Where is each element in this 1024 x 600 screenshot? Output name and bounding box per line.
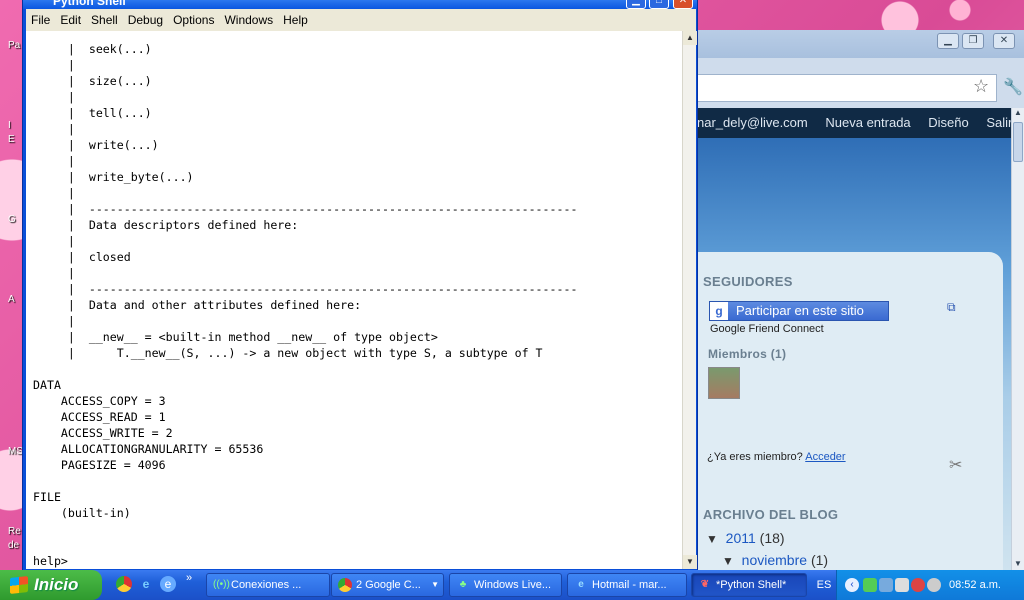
task-google-chrome[interactable]: 2 Google C... ▼: [331, 573, 444, 597]
desktop-icon-label[interactable]: Pa: [8, 40, 20, 51]
scroll-down-icon[interactable]: ▼: [1012, 559, 1024, 568]
menu-bar: File Edit Shell Debug Options Windows Help: [26, 9, 696, 31]
logout-link[interactable]: Salir: [986, 115, 1011, 130]
members-count: Miembros (1): [708, 347, 787, 361]
bookmark-star-icon[interactable]: ☆: [973, 76, 989, 97]
blog-sidebar-panel: [697, 252, 1003, 570]
address-bar[interactable]: [697, 74, 997, 102]
task-windows-live[interactable]: ♣ Windows Live...: [449, 573, 562, 597]
archive-year-count: (18): [759, 530, 785, 546]
menu-edit[interactable]: Edit: [55, 9, 86, 31]
desktop-icon-label[interactable]: MS: [8, 446, 23, 457]
menu-windows[interactable]: Windows: [219, 9, 278, 31]
wrench-icon[interactable]: 🔧: [1003, 77, 1023, 97]
display-tray-icon[interactable]: [895, 578, 909, 592]
already-member-label: ¿Ya eres miembro?: [707, 451, 803, 463]
chrome-icon[interactable]: [116, 576, 132, 592]
scroll-up-icon[interactable]: ▲: [1012, 108, 1024, 117]
taskbar: Inicio e e » ((•)) Conexiones ... 2 Goog…: [0, 570, 1024, 600]
scroll-up-icon[interactable]: ▲: [683, 31, 697, 45]
python-shell-window: Python Shell ▁ □ ✕ File Edit Shell Debug Opt…: [22, 0, 698, 572]
menu-debug[interactable]: Debug: [123, 9, 168, 31]
google-icon: g: [710, 302, 728, 320]
messenger-icon: ♣: [459, 579, 467, 590]
desktop-icon-label[interactable]: A: [8, 294, 15, 305]
menu-shell[interactable]: Shell: [86, 9, 123, 31]
language-indicator[interactable]: ES: [812, 570, 836, 600]
task-hotmail[interactable]: e Hotmail - mar...: [567, 573, 687, 597]
archive-month-item[interactable]: ▼ noviembre (1): [722, 552, 828, 568]
design-link[interactable]: Diseño: [928, 115, 968, 130]
clock[interactable]: 08:52 a.m.: [949, 570, 1001, 600]
minimize-button[interactable]: ▁: [937, 33, 959, 49]
windows-logo-icon: [10, 576, 28, 594]
archive-year-item[interactable]: ▼ 2011 (18): [706, 530, 785, 546]
avatar[interactable]: [708, 367, 740, 399]
blogger-navbar: nar_dely@live.com Nueva entrada Diseño S…: [697, 108, 1011, 138]
account-email[interactable]: nar_dely@live.com: [697, 115, 808, 130]
system-tray: ‹ 08:52 a.m.: [836, 570, 1024, 600]
gfc-caption: Google Friend Connect: [710, 323, 824, 335]
network-icon: ((•)): [213, 579, 230, 590]
archive-month[interactable]: noviembre: [742, 552, 807, 568]
menu-options[interactable]: Options: [168, 9, 219, 31]
start-label: Inicio: [34, 575, 79, 594]
maximize-button[interactable]: □: [649, 0, 669, 9]
shell-output[interactable]: | seek(...) | | size(...) | | tell(...) …: [26, 31, 682, 569]
ie-icon[interactable]: e: [138, 576, 154, 592]
chrome-icon: [338, 578, 352, 592]
desktop-icon-label[interactable]: de: [8, 540, 19, 551]
chrome-window: ▁ ❐ ✕ ☆ 🔧 nar_dely@live.com Nueva entrad…: [697, 30, 1024, 570]
browser-icon[interactable]: e: [160, 576, 176, 592]
minimize-button[interactable]: ▁: [626, 0, 646, 9]
login-link[interactable]: Acceder: [805, 451, 845, 463]
already-member-text: ¿Ya eres miembro? Acceder: [707, 451, 846, 463]
tools-icon[interactable]: ✂: [949, 455, 962, 475]
desktop-icon-label[interactable]: Re: [8, 526, 21, 537]
join-site-label: Participar en este sitio: [736, 303, 864, 318]
task-label: 2 Google C...: [356, 579, 421, 591]
menu-help[interactable]: Help: [278, 9, 313, 31]
task-label: Conexiones ...: [231, 579, 302, 591]
task-label: *Python Shell*: [716, 579, 787, 591]
followers-title: SEGUIDORES: [703, 274, 793, 289]
scroll-thumb[interactable]: [1013, 122, 1023, 162]
volume-tray-icon[interactable]: [927, 578, 941, 592]
dropdown-arrow-icon: ▼: [431, 580, 439, 589]
shell-scrollbar[interactable]: ▲ ▼: [682, 31, 697, 569]
scroll-down-icon[interactable]: ▼: [683, 555, 697, 569]
triangle-down-icon: ▼: [722, 554, 734, 568]
menu-file[interactable]: File: [26, 9, 55, 31]
close-button[interactable]: ✕: [673, 0, 693, 9]
archive-year[interactable]: 2011: [726, 530, 756, 546]
join-site-button[interactable]: g Participar en este sitio: [709, 301, 889, 321]
triangle-down-icon: ▼: [706, 532, 718, 546]
task-python-shell[interactable]: ❦ *Python Shell*: [691, 573, 807, 597]
desktop-icon-label[interactable]: E: [8, 134, 15, 145]
python-icon: ❦: [700, 579, 710, 590]
restore-button[interactable]: ❐: [962, 33, 984, 49]
shell-text[interactable]: | seek(...) | | size(...) | | tell(...) …: [26, 31, 682, 569]
archive-title: ARCHIVO DEL BLOG: [703, 507, 839, 522]
task-label: Hotmail - mar...: [592, 579, 667, 591]
window-title: Python Shell: [23, 0, 697, 9]
messenger-tray-icon[interactable]: [863, 578, 877, 592]
popout-icon[interactable]: ⧉: [947, 300, 956, 315]
antivirus-tray-icon[interactable]: [911, 578, 925, 592]
close-button[interactable]: ✕: [993, 33, 1015, 49]
archive-month-count: (1): [810, 552, 829, 568]
task-label: Windows Live...: [474, 579, 552, 591]
start-button[interactable]: Inicio: [0, 570, 102, 600]
desktop-icon-label[interactable]: G: [8, 214, 16, 225]
page-scrollbar[interactable]: ▲ ▼: [1011, 108, 1024, 570]
ie-icon: e: [578, 579, 584, 590]
new-post-link[interactable]: Nueva entrada: [825, 115, 910, 130]
network-tray-icon[interactable]: [879, 578, 893, 592]
task-connections[interactable]: ((•)) Conexiones ...: [206, 573, 330, 597]
desktop-icon-label[interactable]: I: [8, 120, 11, 131]
chevron-icon[interactable]: »: [186, 572, 192, 584]
chrome-titlebar: ▁ ❐ ✕: [697, 30, 1024, 58]
show-hidden-icons-icon[interactable]: ‹: [845, 578, 859, 592]
